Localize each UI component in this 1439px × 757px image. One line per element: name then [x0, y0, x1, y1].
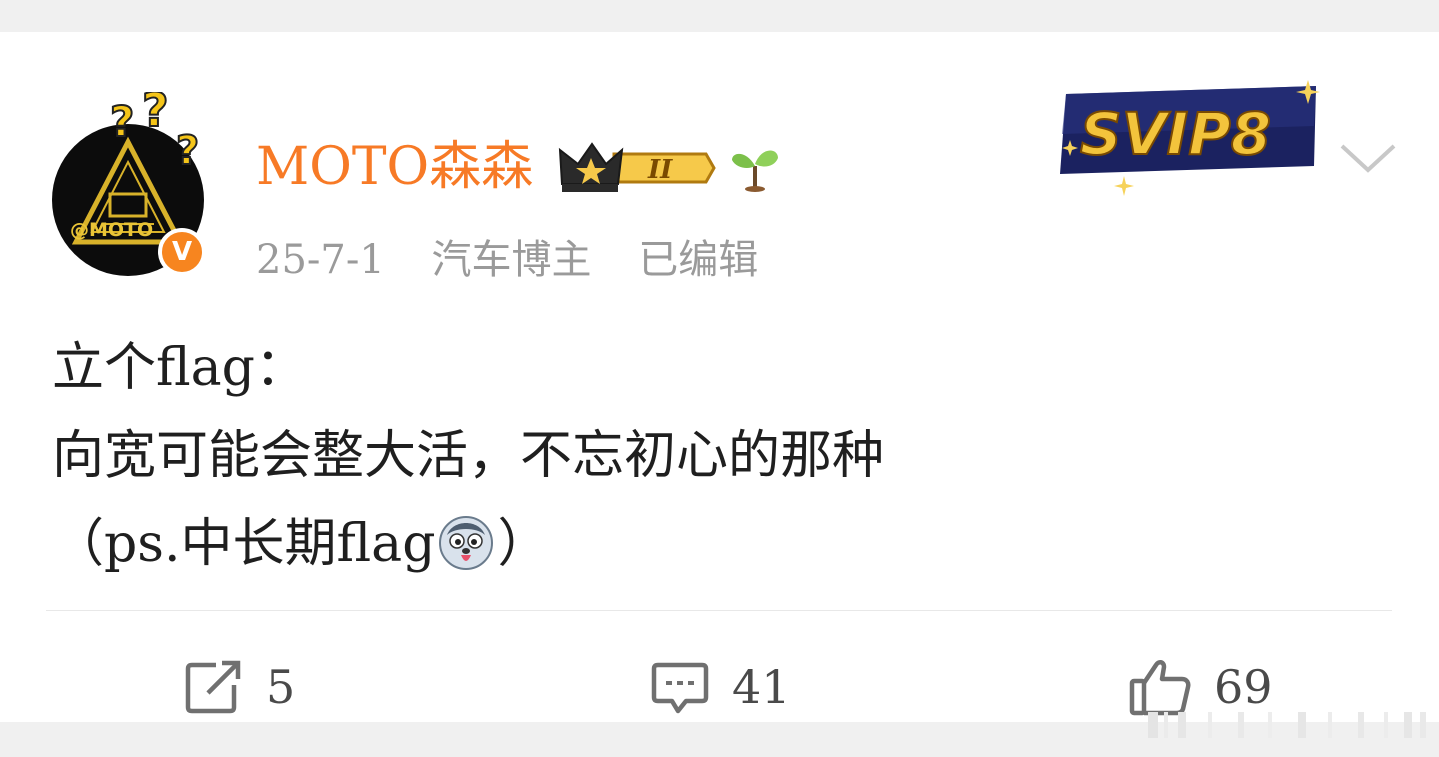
post-meta: 25-7-1 汽车博主 已编辑	[256, 232, 792, 288]
post-card: @MOTO ? ? ? V MOTO森森 II 25-7-1 汽车博主 已编辑	[0, 32, 1439, 722]
comment-icon	[651, 662, 709, 714]
sprout-icon	[732, 150, 778, 192]
edited-label[interactable]: 已编辑	[638, 237, 758, 283]
comment-button[interactable]: 41	[650, 652, 791, 722]
post-line-1: 立个flag：	[52, 338, 307, 398]
post-line-3: （ps.中长期flag ）	[52, 500, 884, 588]
post-date: 25-7-1	[256, 237, 385, 283]
thumbs-up-icon	[1129, 660, 1191, 716]
crown-icon[interactable]: II	[556, 140, 716, 196]
post-line-3-close: ）	[497, 514, 550, 574]
comment-count: 41	[732, 660, 791, 714]
post-line-2: 向宽可能会整大活，不忘初心的那种	[52, 426, 885, 486]
svg-text:?: ?	[176, 128, 199, 172]
verified-v-icon: V	[158, 228, 206, 276]
svg-text:?: ?	[110, 97, 134, 146]
chevron-down-icon[interactable]	[1338, 136, 1398, 180]
svip-label: SVIP8	[1080, 100, 1271, 168]
author-name[interactable]: MOTO森森	[256, 132, 533, 202]
divider	[46, 610, 1392, 611]
author-role: 汽车博主	[431, 237, 592, 283]
level-badge-text: II	[647, 155, 673, 185]
husky-face-emoji	[439, 516, 494, 570]
question-marks-icon: ? ? ?	[109, 92, 200, 172]
avatar-watermark: @MOTO	[70, 219, 153, 241]
post-line-3-text: （ps.中长期flag	[52, 514, 436, 574]
post-content: 立个flag： 向宽可能会整大活，不忘初心的那种 （ps.中长期flag ）	[52, 324, 884, 588]
like-count: 69	[1214, 660, 1273, 714]
repost-icon	[185, 660, 241, 714]
author-avatar[interactable]: @MOTO ? ? ? V	[52, 92, 216, 278]
repost-button[interactable]: 5	[184, 652, 295, 722]
svip-badge[interactable]: SVIP8	[1052, 76, 1324, 200]
scroll-indicator	[1148, 712, 1426, 738]
repost-count: 5	[266, 660, 296, 714]
svg-text:?: ?	[142, 92, 169, 137]
